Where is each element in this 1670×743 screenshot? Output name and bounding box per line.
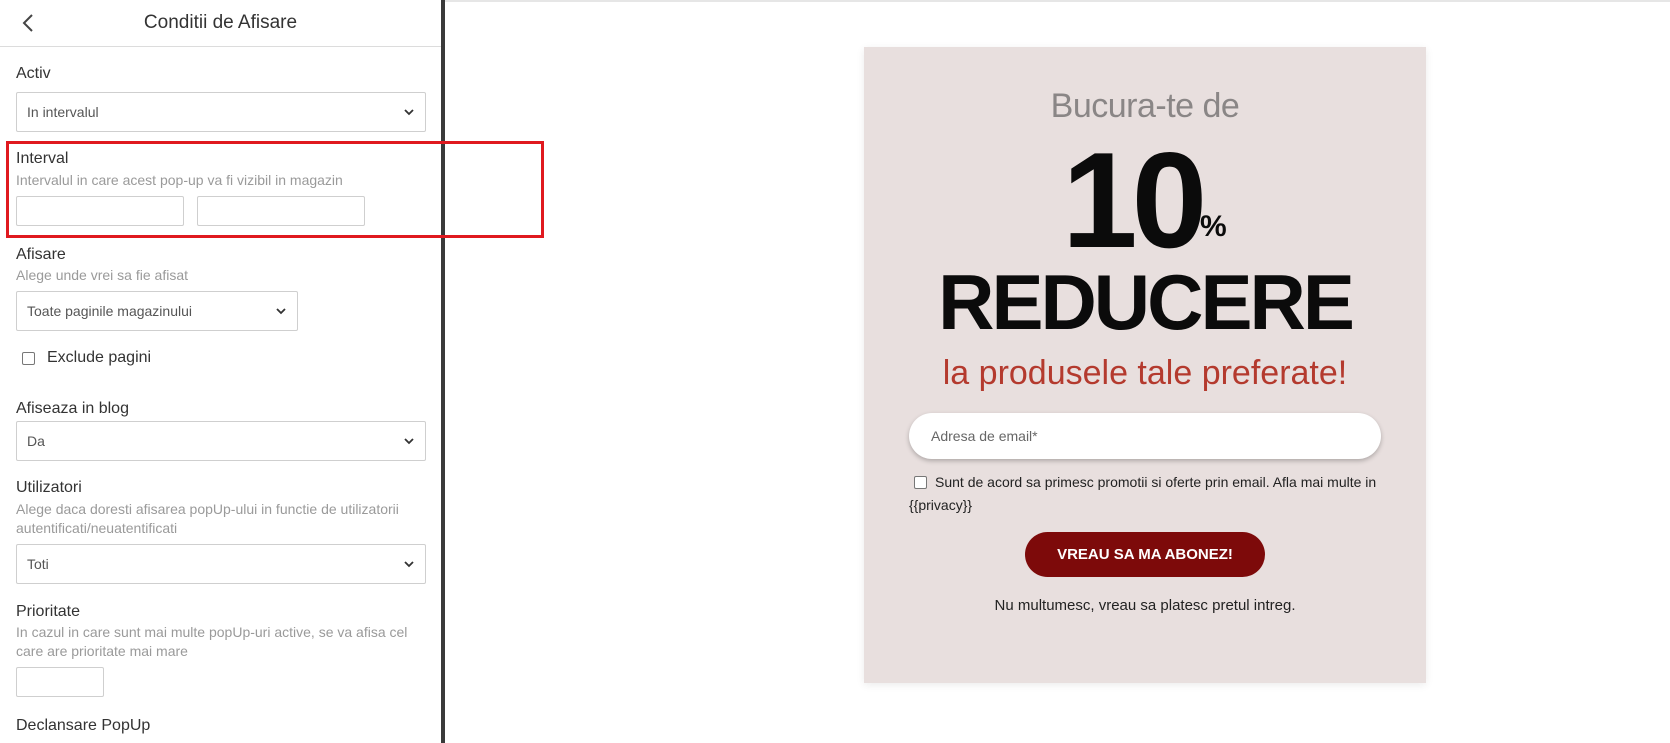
percent-sign: % (1200, 210, 1227, 243)
subscribe-button[interactable]: VREAU SA MA ABONEZ! (1025, 532, 1265, 577)
prioritate-help: In cazul in care sunt mai multe popUp-ur… (16, 624, 408, 659)
activ-select-value: In intervalul (27, 104, 99, 120)
utilizatori-select-value: Toti (27, 556, 49, 572)
afisare-help: Alege unde vrei sa fie afisat (16, 267, 188, 283)
popup-preview: Bucura-te de 10 % REDUCERE la produsele … (864, 47, 1426, 683)
chevron-down-icon (404, 109, 414, 116)
consent-text: Sunt de acord sa primesc promotii si ofe… (909, 474, 1377, 513)
chevron-down-icon (404, 561, 414, 568)
blog-label: Afiseaza in blog (16, 400, 129, 417)
interval-start-input[interactable] (16, 196, 184, 226)
email-placeholder: Adresa de email* (931, 428, 1038, 444)
exclude-pages-checkbox[interactable] (22, 352, 35, 365)
display-conditions-panel: Conditii de Afisare Activ In intervalul … (0, 0, 445, 743)
panel-header: Conditii de Afisare (0, 0, 441, 47)
prioritate-label: Prioritate (16, 603, 81, 620)
decline-link[interactable]: Nu multumesc, vreau sa platesc pretul in… (864, 597, 1426, 614)
panel-title: Conditii de Afisare (143, 12, 298, 33)
exclude-pages-label: Exclude pagini (47, 349, 152, 366)
activ-select[interactable]: In intervalul (16, 92, 426, 132)
interval-help: Intervalul in care acest pop-up va fi vi… (16, 172, 343, 188)
activ-label: Activ (16, 65, 51, 82)
declansare-label: Declansare PopUp (16, 717, 151, 734)
blog-select-value: Da (27, 433, 45, 449)
popup-subline: la produsele tale preferate! (942, 354, 1348, 392)
consent-checkbox[interactable] (914, 476, 927, 489)
utilizatori-label: Utilizatori (16, 479, 82, 496)
interval-end-input[interactable] (197, 196, 365, 226)
afisare-select-value: Toate paginile magazinului (27, 303, 192, 319)
utilizatori-help: Alege daca doresti afisarea popUp-ului i… (16, 501, 399, 536)
afisare-select[interactable]: Toate paginile magazinului (16, 291, 298, 331)
afisare-label: Afisare (16, 246, 66, 263)
email-input[interactable]: Adresa de email* (909, 413, 1381, 459)
popup-headline: Bucura-te de (1050, 87, 1240, 125)
consent-row: Sunt de acord sa primesc promotii si ofe… (909, 471, 1389, 517)
chevron-down-icon (276, 308, 286, 315)
prioritate-input[interactable] (16, 667, 104, 697)
discount-number: 10 (1062, 124, 1207, 276)
discount-word: REDUCERE (938, 258, 1355, 346)
chevron-left-icon[interactable] (18, 10, 38, 36)
blog-select[interactable]: Da (16, 421, 426, 461)
chevron-down-icon (404, 438, 414, 445)
interval-label: Interval (16, 150, 69, 167)
utilizatori-select[interactable]: Toti (16, 544, 426, 584)
